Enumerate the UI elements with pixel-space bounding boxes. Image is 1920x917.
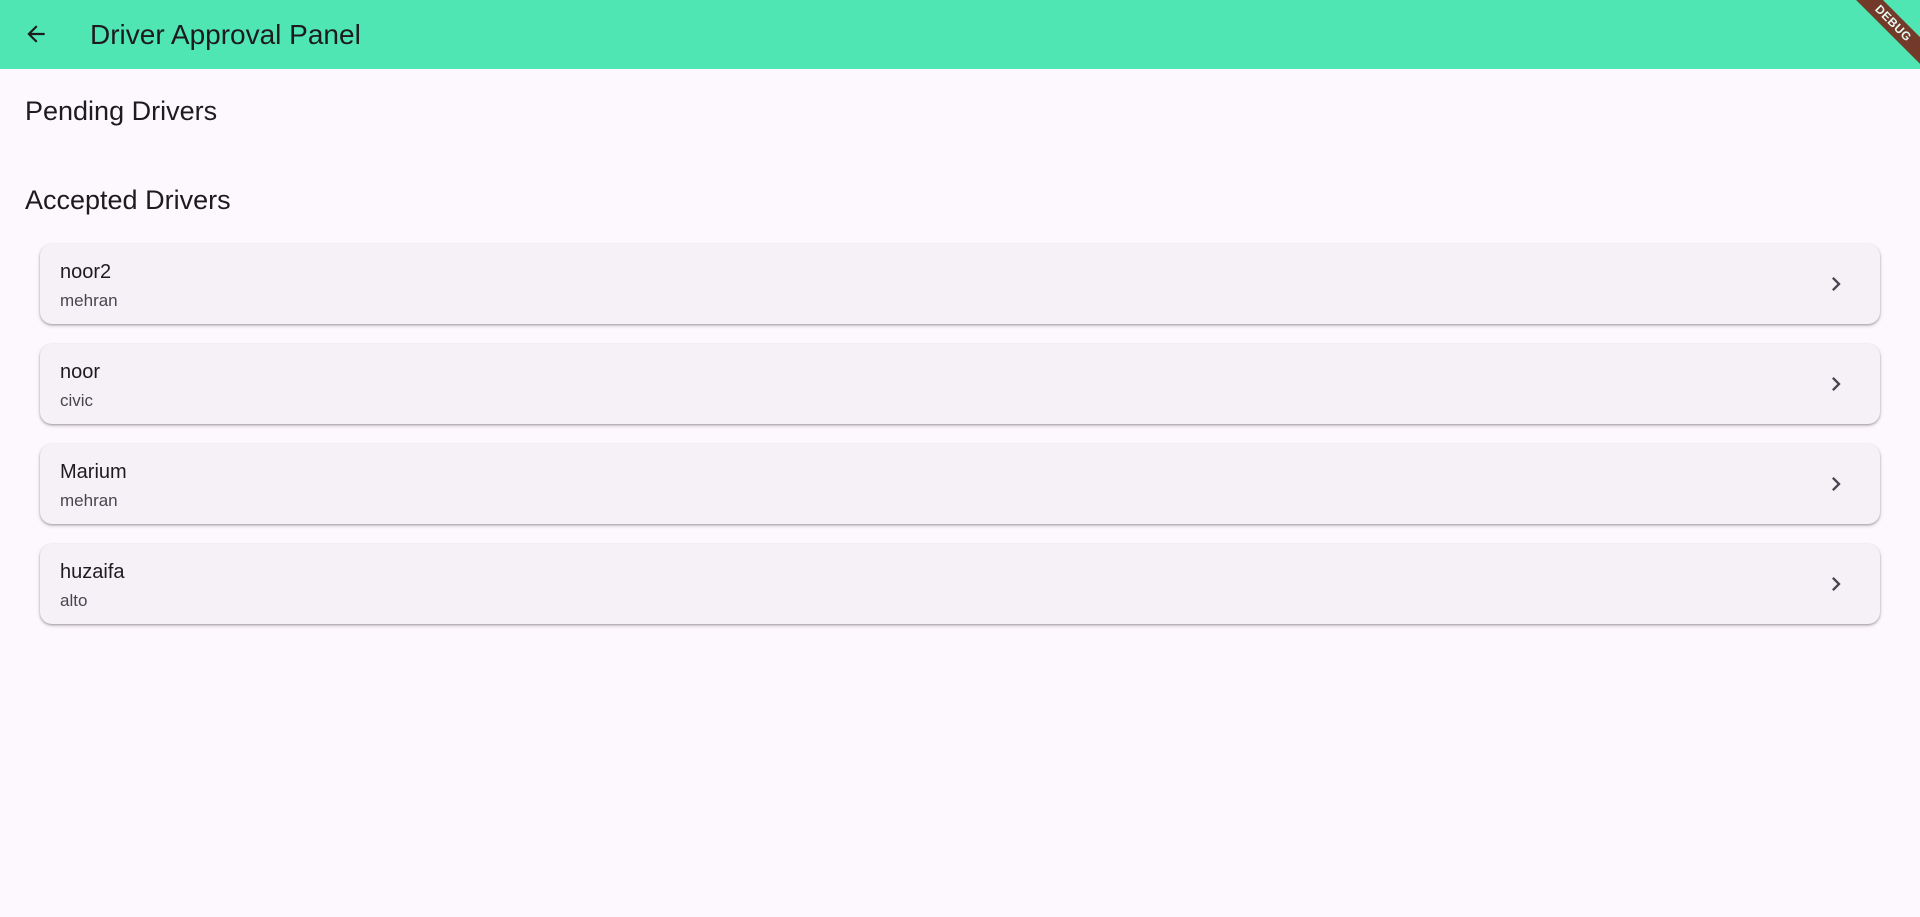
- driver-list-item[interactable]: huzaifa alto: [40, 544, 1880, 624]
- driver-car: mehran: [60, 291, 118, 310]
- chevron-right-icon: [1832, 577, 1841, 591]
- pending-drivers-heading: Pending Drivers: [25, 96, 218, 126]
- driver-car: civic: [60, 391, 94, 410]
- app-bar: Driver Approval Panel DEBUG: [0, 0, 1920, 69]
- driver-list-item[interactable]: noor2 mehran: [40, 244, 1880, 324]
- chevron-right-icon: [1832, 477, 1841, 491]
- driver-name: Marium: [60, 461, 127, 483]
- driver-name: noor2: [60, 261, 112, 283]
- back-button[interactable]: [12, 10, 60, 58]
- driver-car: mehran: [60, 491, 118, 510]
- driver-list-item[interactable]: Marium mehran: [40, 444, 1880, 524]
- driver-car: alto: [60, 591, 88, 610]
- driver-name: huzaifa: [60, 561, 125, 583]
- chevron-right-icon: [1832, 377, 1841, 391]
- debug-banner: DEBUG: [1840, 0, 1920, 69]
- arrow-back-icon: [27, 25, 45, 43]
- chevron-right-icon: [1832, 277, 1841, 291]
- driver-name: noor: [60, 361, 101, 383]
- driver-list-item[interactable]: noor civic: [40, 344, 1880, 424]
- accepted-drivers-heading: Accepted Drivers: [25, 185, 231, 215]
- page-title: Driver Approval Panel: [90, 19, 361, 50]
